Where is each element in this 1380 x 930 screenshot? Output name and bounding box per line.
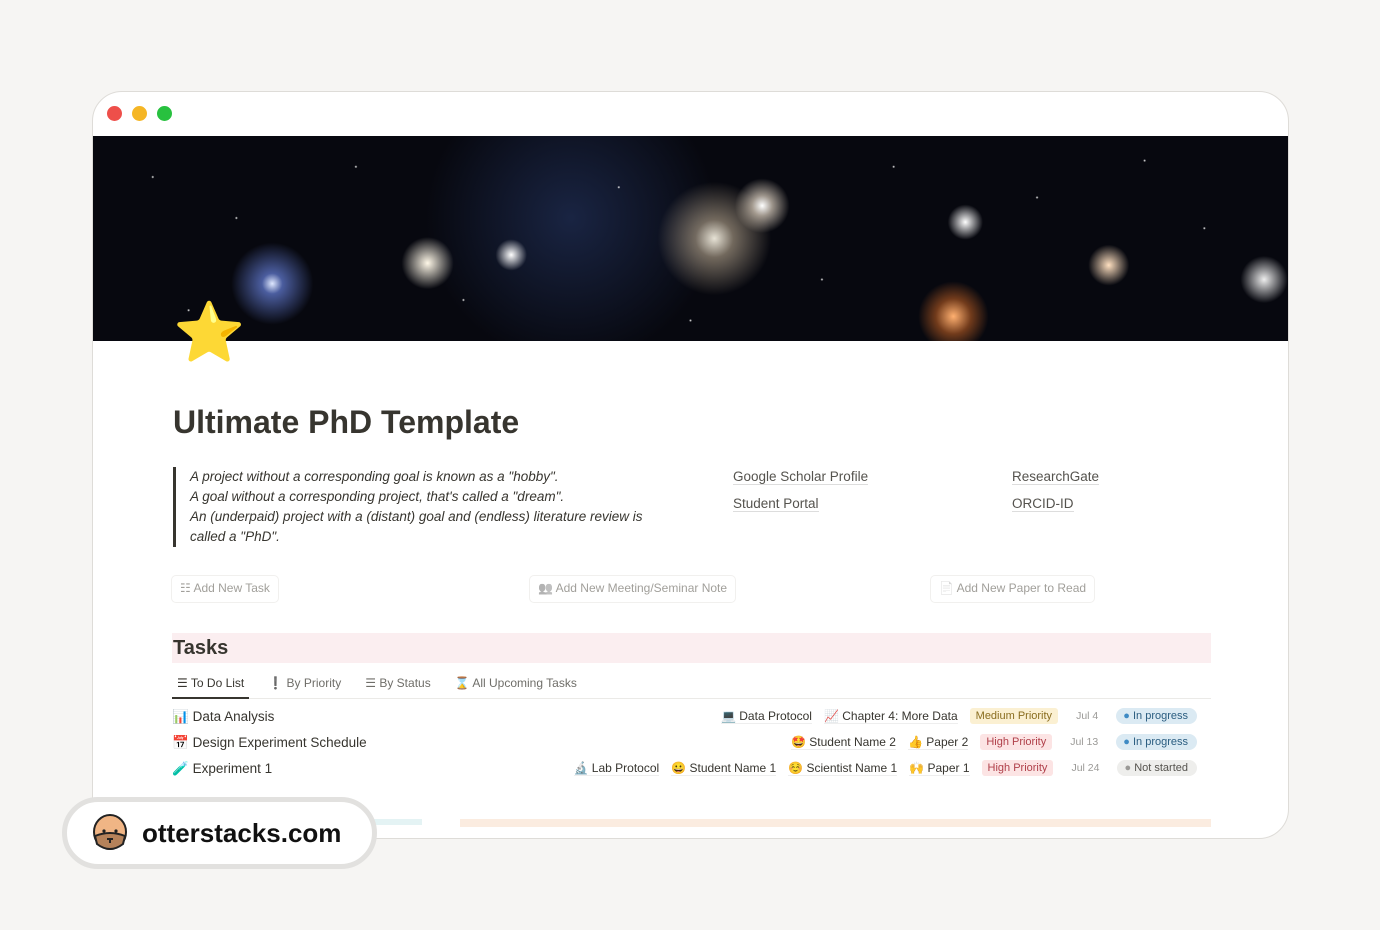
relation-link[interactable]: 😀 Student Name 1 xyxy=(671,760,777,776)
page-icon[interactable]: ⭐ xyxy=(173,304,245,362)
window-controls xyxy=(107,106,172,121)
document-icon: 📄 xyxy=(939,581,954,595)
relation-icon: 🤩 xyxy=(790,734,806,749)
task-name[interactable]: 📊 Data Analysis xyxy=(172,709,274,725)
quote-line: An (underpaid) project with a (distant) … xyxy=(190,509,643,544)
researchgate-link[interactable]: ResearchGate xyxy=(1012,469,1100,485)
tab-to-do-list[interactable]: ☰ To Do List xyxy=(172,673,250,699)
priority-tag: Medium Priority xyxy=(969,708,1059,724)
task-title: Design Experiment Schedule xyxy=(192,735,367,750)
task-title: Experiment 1 xyxy=(192,761,273,776)
due-date: Jul 13 xyxy=(1070,736,1099,748)
relation-icon: 🙌 xyxy=(909,760,925,775)
relation-link[interactable]: 👍 Paper 2 xyxy=(907,734,969,750)
button-label: Add New Task xyxy=(193,581,270,595)
task-name[interactable]: 🧪 Experiment 1 xyxy=(172,761,272,777)
student-portal-link[interactable]: Student Portal xyxy=(733,496,819,512)
close-button[interactable] xyxy=(107,106,122,121)
task-title: Data Analysis xyxy=(192,709,275,724)
task-icon: 🧪 xyxy=(172,761,189,776)
status-label: In progress xyxy=(1132,710,1188,722)
watermark-badge: otterstacks.com xyxy=(62,797,377,869)
watermark-text: otterstacks.com xyxy=(142,817,342,848)
relation-label: Data Protocol xyxy=(739,708,812,723)
add-paper-button[interactable]: 📄 Add New Paper to Read xyxy=(931,576,1094,602)
maximize-button[interactable] xyxy=(157,106,172,121)
tab-by-status[interactable]: ☰ By Status xyxy=(360,673,435,699)
quote-block: A project without a corresponding goal i… xyxy=(173,467,673,547)
relation-label: Student Name 2 xyxy=(809,734,896,749)
relation-icon: ☺️ xyxy=(788,760,804,775)
task-name[interactable]: 📅 Design Experiment Schedule xyxy=(172,735,367,751)
relation-link[interactable]: 🤩 Student Name 2 xyxy=(790,734,896,750)
checklist-icon: ☷ xyxy=(180,581,191,595)
task-properties: 💻 Data Protocol 📈 Chapter 4: More Data Med… xyxy=(720,708,1197,724)
task-row[interactable]: 🧪 Experiment 1 🔬 Lab Protocol 😀 Student Na… xyxy=(172,758,1211,782)
task-icon: 📅 xyxy=(172,735,189,750)
status-tag: ● In progress xyxy=(1116,708,1197,724)
minimize-button[interactable] xyxy=(132,106,147,121)
relation-icon: 🔬 xyxy=(573,760,589,775)
relation-link[interactable]: ☺️ Scientist Name 1 xyxy=(788,760,898,776)
app-window: ⭐ Ultimate PhD Template A project withou… xyxy=(92,91,1289,839)
view-tabs: ☰ To Do List ❗ By Priority ☰ By Status ⌛… xyxy=(172,673,1211,699)
tab-by-priority[interactable]: ❗ By Priority xyxy=(263,673,346,699)
relation-icon: 😀 xyxy=(671,760,687,775)
relation-link[interactable]: 🙌 Paper 1 xyxy=(909,760,970,776)
relation-label: Lab Protocol xyxy=(591,760,660,775)
relation-label: Scientist Name 1 xyxy=(806,760,898,775)
tab-all-upcoming[interactable]: ⌛ All Upcoming Tasks xyxy=(450,673,582,699)
due-date: Jul 4 xyxy=(1076,710,1099,722)
relation-icon: 👍 xyxy=(907,734,923,749)
orcid-link[interactable]: ORCID-ID xyxy=(1012,496,1074,512)
status-dot-icon: ● xyxy=(1123,710,1130,722)
status-dot-icon: ● xyxy=(1124,762,1132,774)
task-properties: 🤩 Student Name 2 👍 Paper 2 High Priority Ju… xyxy=(790,734,1197,750)
relation-icon: 📈 xyxy=(823,708,839,723)
button-label: Add New Paper to Read xyxy=(956,581,1087,595)
relation-link[interactable]: 📈 Chapter 4: More Data xyxy=(823,708,958,724)
quote-line: A goal without a corresponding project, … xyxy=(190,489,565,504)
due-date: Jul 24 xyxy=(1071,762,1100,774)
tab-label: All Upcoming Tasks xyxy=(472,676,577,690)
tab-label: To Do List xyxy=(190,676,245,690)
quote-line: A project without a corresponding goal i… xyxy=(190,469,559,484)
add-meeting-note-button[interactable]: 👥 Add New Meeting/Seminar Note xyxy=(530,576,735,602)
tab-label: By Status xyxy=(379,676,431,690)
people-icon: 👥 xyxy=(538,581,553,595)
relation-label: Chapter 4: More Data xyxy=(842,708,958,723)
priority-tag: High Priority xyxy=(981,760,1054,776)
priority-tag: High Priority xyxy=(980,734,1053,750)
list-icon: ☰ xyxy=(177,676,188,690)
button-label: Add New Meeting/Seminar Note xyxy=(555,581,728,595)
relation-label: Paper 1 xyxy=(927,760,970,775)
task-properties: 🔬 Lab Protocol 😀 Student Name 1 ☺️ Scienti… xyxy=(573,760,1197,776)
tasks-heading: Tasks xyxy=(172,633,1211,663)
relation-label: Student Name 1 xyxy=(689,760,777,775)
status-label: Not started xyxy=(1134,762,1188,774)
relation-link[interactable]: 🔬 Lab Protocol xyxy=(573,760,660,776)
exclamation-icon: ❗ xyxy=(268,676,284,690)
status-tag: ● In progress xyxy=(1116,734,1197,750)
board-icon: ☰ xyxy=(365,676,376,690)
task-row[interactable]: 📅 Design Experiment Schedule 🤩 Student Na… xyxy=(172,732,1211,756)
relation-icon: 💻 xyxy=(720,708,736,723)
add-new-task-button[interactable]: ☷ Add New Task xyxy=(172,576,278,602)
status-tag: ● Not started xyxy=(1117,760,1197,776)
relation-link[interactable]: 💻 Data Protocol xyxy=(720,708,812,724)
page-title: Ultimate PhD Template xyxy=(173,404,520,440)
task-icon: 📊 xyxy=(172,709,189,724)
task-row[interactable]: 📊 Data Analysis 💻 Data Protocol 📈 Chapter … xyxy=(172,706,1211,730)
relation-label: Paper 2 xyxy=(926,734,969,749)
otter-face-icon xyxy=(93,814,127,850)
hourglass-icon: ⌛ xyxy=(454,676,470,690)
tab-label: By Priority xyxy=(286,676,342,690)
status-dot-icon: ● xyxy=(1123,736,1130,748)
section-header-partial xyxy=(460,819,1211,827)
status-label: In progress xyxy=(1132,736,1188,748)
google-scholar-link[interactable]: Google Scholar Profile xyxy=(733,469,869,485)
cover-image[interactable] xyxy=(93,136,1288,341)
